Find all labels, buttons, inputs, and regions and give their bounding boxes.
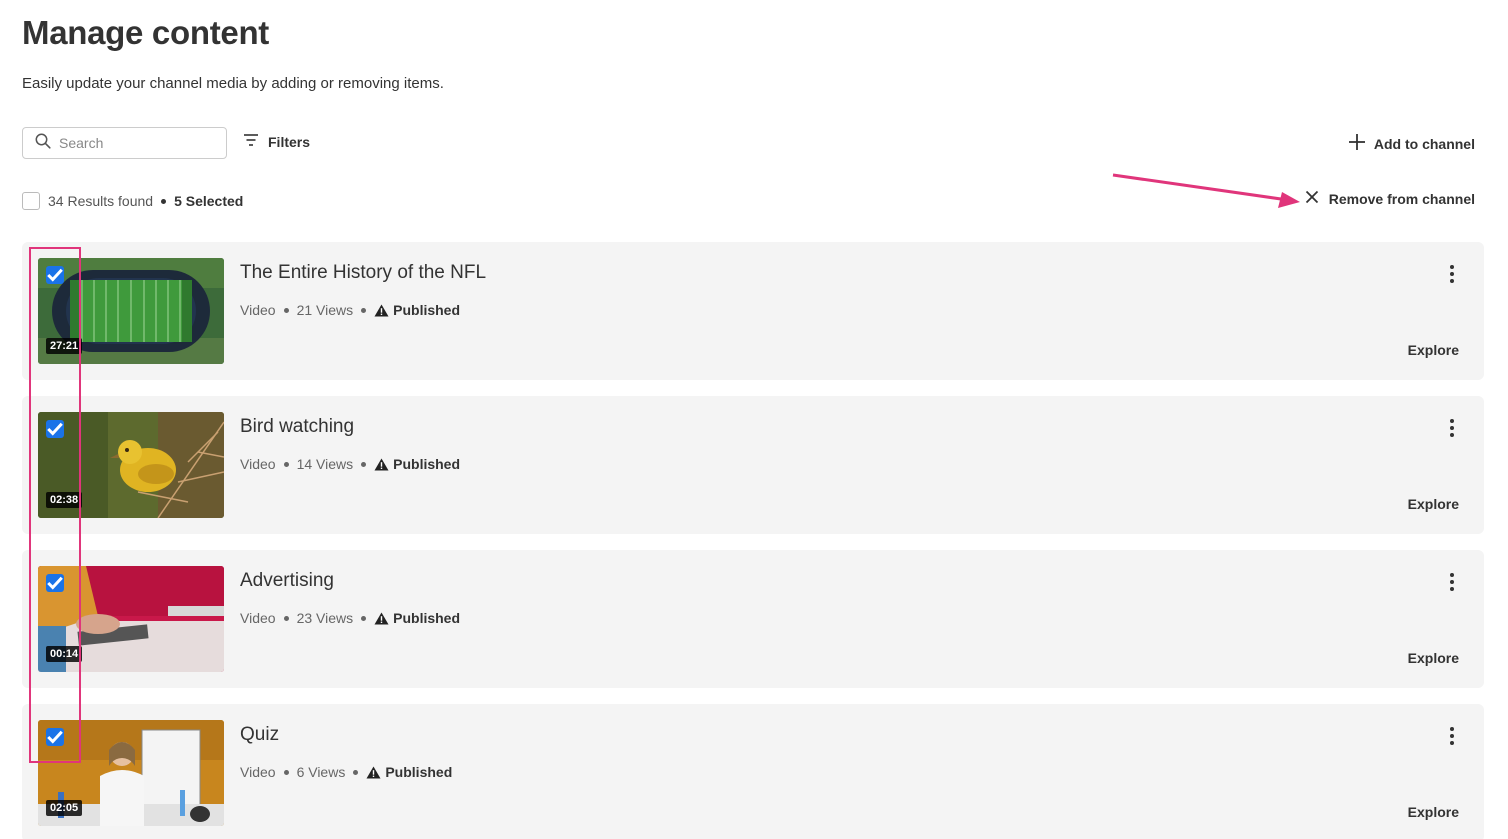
separator-dot	[283, 461, 289, 467]
item-checkbox[interactable]	[46, 420, 64, 438]
media-title[interactable]: Advertising	[240, 570, 334, 592]
video-thumbnail[interactable]: 00:14	[38, 566, 224, 672]
more-options-icon[interactable]	[1446, 726, 1458, 746]
separator-dot	[283, 769, 289, 775]
add-to-channel-label: Add to channel	[1373, 135, 1475, 152]
item-checkbox[interactable]	[46, 266, 64, 284]
add-to-channel-button[interactable]: Add to channel	[1348, 133, 1475, 154]
video-thumbnail[interactable]: 02:05	[38, 720, 224, 826]
status-label: Published	[393, 610, 461, 626]
status-badge: Published	[374, 610, 460, 626]
duration-badge: 00:14	[46, 646, 83, 662]
explore-link[interactable]: Explore	[1408, 804, 1459, 820]
view-count: 21 Views	[296, 302, 354, 318]
explore-link[interactable]: Explore	[1408, 342, 1459, 358]
media-meta: Video 6 Views Published	[240, 764, 452, 780]
status-badge: Published	[374, 302, 460, 318]
filters-label: Filters	[268, 133, 311, 150]
media-title[interactable]: Quiz	[240, 724, 279, 746]
media-card[interactable]: 02:38 Bird watching Video 14 Views Publi…	[22, 396, 1484, 534]
explore-link[interactable]: Explore	[1408, 496, 1459, 512]
separator-dot	[353, 769, 359, 775]
close-icon	[1305, 190, 1319, 207]
status-badge: Published	[374, 456, 460, 472]
view-count: 23 Views	[296, 610, 354, 626]
media-type: Video	[240, 302, 276, 318]
page-title: Manage content	[22, 14, 269, 51]
status-label: Published	[393, 456, 461, 472]
media-meta: Video 21 Views Published	[240, 302, 460, 318]
media-type: Video	[240, 764, 276, 780]
view-count: 6 Views	[296, 764, 346, 780]
more-options-icon[interactable]	[1446, 572, 1458, 592]
item-checkbox[interactable]	[46, 728, 64, 746]
status-label: Published	[393, 302, 461, 318]
separator-dot	[361, 307, 367, 313]
annotation-arrow	[1112, 173, 1300, 208]
search-box[interactable]	[22, 127, 227, 159]
more-options-icon[interactable]	[1446, 264, 1458, 284]
media-type: Video	[240, 456, 276, 472]
media-title[interactable]: Bird watching	[240, 416, 354, 438]
item-checkbox[interactable]	[46, 574, 64, 592]
filter-icon	[243, 133, 259, 150]
selected-count: 5 Selected	[174, 193, 244, 209]
remove-from-channel-label: Remove from channel	[1328, 190, 1475, 207]
media-meta: Video 23 Views Published	[240, 610, 460, 626]
media-card[interactable]: 02:05 Quiz Video 6 Views Published Explo…	[22, 704, 1484, 839]
duration-badge: 02:38	[46, 492, 83, 508]
status-label: Published	[385, 764, 453, 780]
warning-icon	[374, 458, 389, 470]
media-card[interactable]: 00:14 Advertising Video 23 Views Publish…	[22, 550, 1484, 688]
check-icon	[47, 730, 63, 744]
warning-icon	[374, 612, 389, 624]
warning-icon	[374, 304, 389, 316]
check-icon	[47, 576, 63, 590]
status-badge: Published	[366, 764, 452, 780]
remove-from-channel-button[interactable]: Remove from channel	[1305, 190, 1475, 207]
media-meta: Video 14 Views Published	[240, 456, 460, 472]
media-type: Video	[240, 610, 276, 626]
separator-dot	[283, 307, 289, 313]
page-subtitle: Easily update your channel media by addi…	[22, 75, 444, 92]
warning-icon	[366, 766, 381, 778]
video-thumbnail[interactable]: 02:38	[38, 412, 224, 518]
media-title[interactable]: The Entire History of the NFL	[240, 262, 486, 284]
search-input[interactable]	[59, 135, 209, 151]
results-summary: 34 Results found 5 Selected	[22, 192, 243, 210]
select-all-checkbox[interactable]	[22, 192, 40, 210]
video-thumbnail[interactable]: 27:21	[38, 258, 224, 364]
more-options-icon[interactable]	[1446, 418, 1458, 438]
results-count: 34 Results found	[48, 193, 154, 209]
view-count: 14 Views	[296, 456, 354, 472]
media-card[interactable]: 27:21 The Entire History of the NFL Vide…	[22, 242, 1484, 380]
separator-dot	[283, 615, 289, 621]
search-icon	[35, 133, 51, 154]
duration-badge: 02:05	[46, 800, 83, 816]
check-icon	[47, 422, 63, 436]
plus-icon	[1348, 133, 1366, 154]
separator-dot	[161, 198, 167, 204]
duration-badge: 27:21	[46, 338, 83, 354]
filters-button[interactable]: Filters	[243, 133, 310, 150]
separator-dot	[361, 615, 367, 621]
explore-link[interactable]: Explore	[1408, 650, 1459, 666]
separator-dot	[361, 461, 367, 467]
check-icon	[47, 268, 63, 282]
